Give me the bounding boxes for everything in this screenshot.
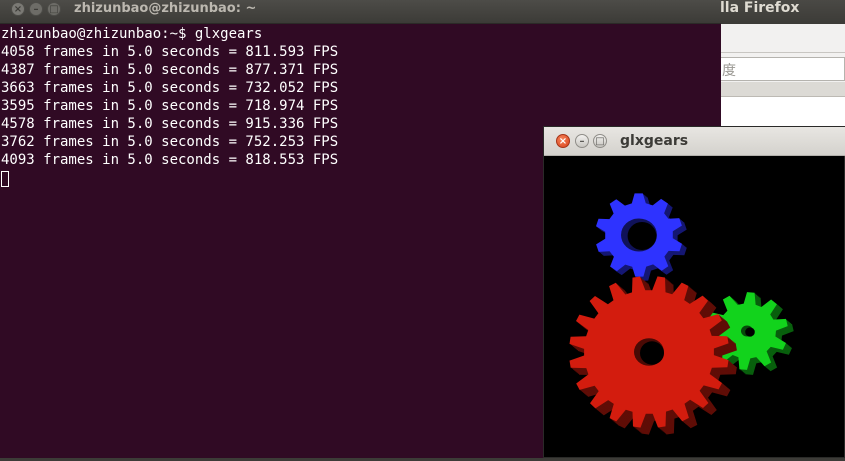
terminal-close-button[interactable]: × [11, 2, 25, 16]
glxgears-maximize-button[interactable]: □ [593, 134, 607, 148]
terminal-output-line: 4058 frames in 5.0 seconds = 811.593 FPS [1, 44, 339, 60]
firefox-toolbar [700, 24, 845, 53]
glxgears-window[interactable]: × – □ glxgears [543, 126, 845, 458]
firefox-titlebar[interactable]: lla Firefox [700, 0, 845, 24]
maximize-icon: □ [49, 4, 59, 15]
gears-render [569, 193, 794, 435]
firefox-title: lla Firefox [720, 0, 800, 16]
glxgears-titlebar[interactable]: × – □ glxgears [544, 127, 845, 156]
minimize-icon: – [33, 4, 39, 15]
glxgears-close-button[interactable]: × [556, 134, 570, 148]
minimize-icon: – [579, 136, 585, 147]
red-gear [569, 276, 737, 435]
terminal-output-line: 3663 frames in 5.0 seconds = 732.052 FPS [1, 80, 339, 96]
close-icon: × [558, 136, 568, 147]
terminal-titlebar[interactable]: × – □ zhizunbao@zhizunbao: ~ [0, 0, 721, 24]
maximize-icon: □ [595, 136, 605, 147]
glxgears-title: glxgears [620, 133, 689, 149]
terminal-maximize-button[interactable]: □ [47, 2, 61, 16]
terminal-minimize-button[interactable]: – [29, 2, 43, 16]
terminal-title: zhizunbao@zhizunbao: ~ [74, 1, 257, 16]
glxgears-minimize-button[interactable]: – [575, 134, 589, 148]
firefox-tab-strip [700, 82, 845, 97]
blue-gear [596, 193, 687, 281]
terminal-prompt-line: zhizunbao@zhizunbao:~$ glxgears [1, 26, 263, 42]
glxgears-canvas[interactable] [544, 156, 844, 457]
firefox-search-text: 度 [722, 63, 736, 79]
terminal-output-line: 4387 frames in 5.0 seconds = 877.371 FPS [1, 62, 339, 78]
terminal-output-line: 3595 frames in 5.0 seconds = 718.974 FPS [1, 98, 339, 114]
firefox-search-input[interactable]: 度 [718, 57, 845, 81]
close-icon: × [13, 4, 23, 15]
text-cursor [1, 170, 9, 187]
